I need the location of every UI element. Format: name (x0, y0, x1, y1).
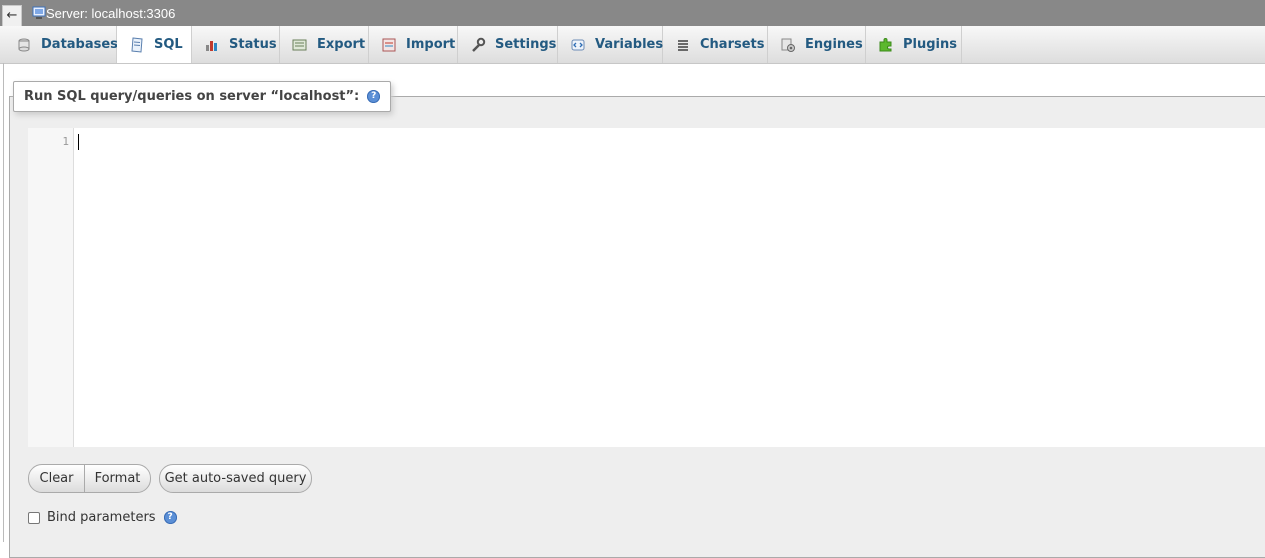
tab-plugins[interactable]: Plugins (866, 26, 962, 63)
tab-databases[interactable]: Databases (4, 26, 118, 63)
text-cursor (78, 134, 79, 150)
format-button[interactable]: Format (84, 464, 151, 493)
wrench-icon (472, 37, 486, 52)
tab-label: Status (229, 37, 277, 52)
help-icon[interactable]: ? (163, 511, 177, 524)
tab-label: Settings (495, 37, 557, 52)
main-tab-bar: Databases SQL Status Export Import Setti… (0, 26, 1265, 64)
tab-settings[interactable]: Settings (458, 26, 558, 63)
back-arrow-icon[interactable]: ← (2, 5, 22, 27)
sql-icon (131, 36, 143, 53)
clear-button[interactable]: Clear (28, 464, 85, 493)
line-number: 1 (62, 135, 69, 148)
bind-parameters-checkbox[interactable] (28, 511, 40, 524)
tab-label: Export (317, 37, 366, 52)
tab-variables[interactable]: Variables (558, 26, 663, 63)
server-link[interactable]: Server: localhost:3306 (46, 6, 175, 21)
content-left-border (3, 63, 4, 542)
database-icon (18, 38, 30, 51)
server-breadcrumb-bar: ← Server: localhost:3306 (0, 0, 1265, 27)
tab-import[interactable]: Import (369, 26, 458, 63)
bind-parameters-label[interactable]: Bind parameters (47, 510, 156, 525)
tab-sql[interactable]: SQL (117, 26, 192, 63)
tab-label: Import (406, 37, 456, 52)
tab-charsets[interactable]: Charsets (663, 26, 768, 63)
export-icon (292, 39, 307, 50)
tab-label: Databases (41, 37, 118, 52)
tab-label: Variables (595, 37, 664, 52)
tab-label: Charsets (700, 37, 765, 52)
tab-export[interactable]: Export (280, 26, 369, 63)
tab-label: SQL (154, 37, 183, 52)
import-icon (382, 38, 396, 51)
engines-icon (781, 38, 795, 52)
variables-icon (571, 39, 585, 50)
sql-query-editor[interactable]: 1 (28, 128, 1265, 447)
tab-label: Engines (805, 37, 863, 52)
status-icon (206, 40, 217, 51)
plugins-icon (879, 37, 892, 51)
bind-parameters-row: Bind parameters ? (28, 510, 177, 525)
tab-label: Plugins (903, 37, 957, 52)
help-icon[interactable]: ? (367, 90, 381, 103)
line-number-gutter: 1 (28, 128, 74, 447)
charsets-icon (678, 39, 688, 51)
legend-text: Run SQL query/queries on server “localho… (24, 89, 360, 104)
sql-query-legend: Run SQL query/queries on server “localho… (13, 81, 392, 112)
get-auto-saved-query-button[interactable]: Get auto-saved query (159, 464, 312, 493)
tab-status[interactable]: Status (192, 26, 280, 63)
tab-engines[interactable]: Engines (768, 26, 866, 63)
